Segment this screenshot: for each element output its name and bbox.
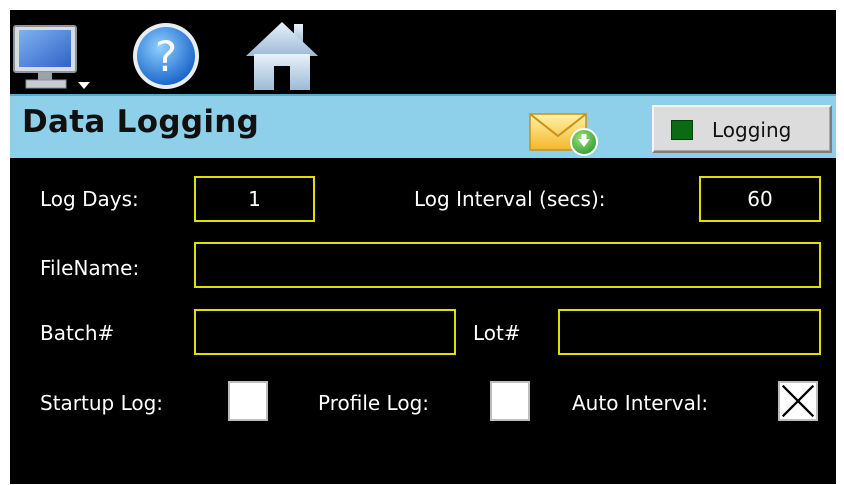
checkmark-x-icon [781, 384, 815, 418]
filename-field[interactable] [194, 242, 821, 288]
svg-text:?: ? [155, 32, 177, 81]
profile-log-checkbox[interactable] [490, 381, 530, 421]
home-icon[interactable] [242, 16, 322, 92]
log-days-field[interactable]: 1 [194, 176, 315, 222]
monitor-icon[interactable] [12, 16, 92, 92]
startup-log-label: Startup Log: [40, 391, 164, 415]
title-bar: Data Logging Logging [10, 94, 836, 158]
log-days-label: Log Days: [40, 187, 139, 211]
logging-button[interactable]: Logging [652, 105, 832, 153]
auto-interval-checkbox[interactable] [778, 381, 818, 421]
email-download-icon[interactable] [528, 106, 602, 156]
top-toolbar: ? [10, 10, 836, 94]
filename-label: FileName: [40, 256, 140, 280]
data-logging-screen: ? Data Logging Logging Log Days: 1 Log I… [10, 10, 836, 484]
lot-label: Lot# [473, 321, 521, 345]
auto-interval-label: Auto Interval: [572, 391, 709, 415]
help-icon[interactable]: ? [126, 16, 206, 92]
page-title: Data Logging [22, 104, 260, 140]
log-interval-label: Log Interval (secs): [414, 187, 606, 211]
batch-field[interactable] [194, 309, 456, 355]
log-interval-field[interactable]: 60 [699, 176, 821, 222]
logging-button-label: Logging [712, 118, 792, 142]
lot-field[interactable] [558, 309, 821, 355]
startup-log-checkbox[interactable] [228, 381, 268, 421]
profile-log-label: Profile Log: [318, 391, 430, 415]
batch-label: Batch# [40, 321, 115, 345]
logging-status-indicator [671, 120, 693, 140]
